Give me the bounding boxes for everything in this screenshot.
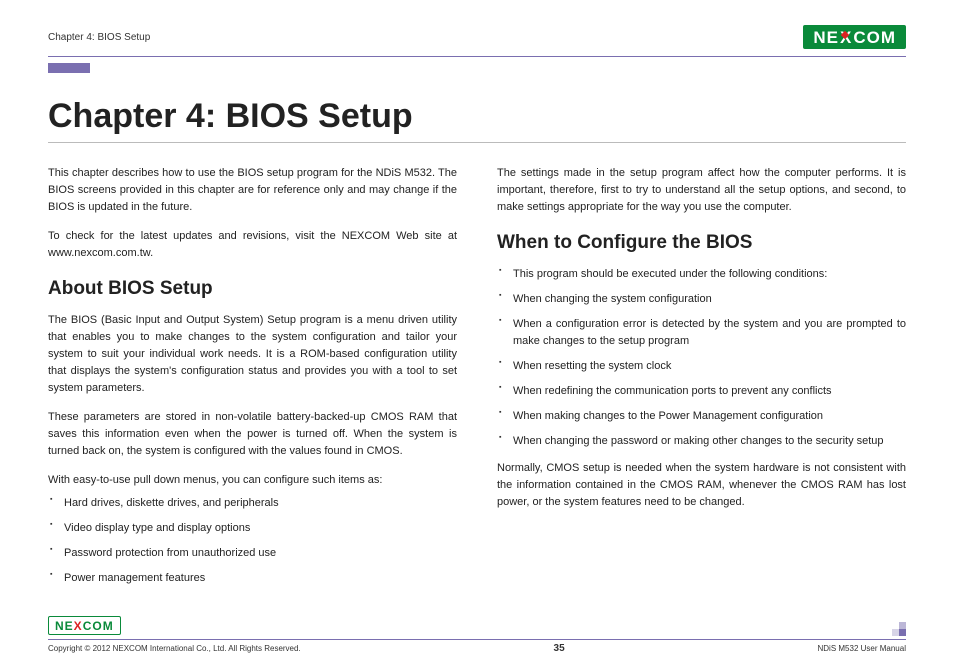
list-item: Power management features — [50, 570, 457, 587]
logo-text-post: COM — [83, 619, 114, 633]
list-item: Video display type and display options — [50, 520, 457, 537]
logo-text-pre: NE — [813, 29, 839, 46]
footer: NEXCOM Copyright © 2012 NEXCOM Internati… — [48, 616, 906, 654]
page-number: 35 — [554, 643, 565, 654]
left-column: This chapter describes how to use the BI… — [48, 165, 457, 595]
content-columns: This chapter describes how to use the BI… — [48, 165, 906, 595]
header-bar: Chapter 4: BIOS Setup NEXCOM — [48, 22, 906, 52]
list-item: When changing the system configuration — [499, 291, 906, 308]
conditions-list: This program should be executed under th… — [497, 266, 906, 450]
right-top-paragraph: The settings made in the setup program a… — [497, 165, 906, 216]
title-rule — [48, 142, 906, 143]
list-item: When redefining the communication ports … — [499, 383, 906, 400]
footer-row: Copyright © 2012 NEXCOM International Co… — [48, 643, 906, 654]
about-paragraph-3: With easy-to-use pull down menus, you ca… — [48, 472, 457, 489]
page-title: Chapter 4: BIOS Setup — [48, 97, 906, 136]
right-after-paragraph: Normally, CMOS setup is needed when the … — [497, 460, 906, 511]
intro-paragraph-2: To check for the latest updates and revi… — [48, 228, 457, 262]
logo-x-icon: X — [840, 29, 852, 46]
about-paragraph-2: These parameters are stored in non-volat… — [48, 409, 457, 460]
header-rule — [48, 56, 906, 57]
list-item: When resetting the system clock — [499, 358, 906, 375]
footer-nexcom-logo: NEXCOM — [48, 616, 121, 635]
heading-when: When to Configure the BIOS — [497, 228, 906, 257]
footer-manual-name: NDiS M532 User Manual — [818, 644, 906, 653]
logo-x-icon: X — [74, 619, 83, 633]
about-paragraph-1: The BIOS (Basic Input and Output System)… — [48, 312, 457, 397]
list-item: Hard drives, diskette drives, and periph… — [50, 495, 457, 512]
intro-paragraph-1: This chapter describes how to use the BI… — [48, 165, 457, 216]
logo-text-pre: NE — [55, 619, 74, 633]
list-item: When making changes to the Power Managem… — [499, 408, 906, 425]
side-tab-icon — [48, 63, 90, 73]
list-item: Password protection from unauthorized us… — [50, 545, 457, 562]
list-item: When changing the password or making oth… — [499, 433, 906, 450]
nexcom-logo: NEXCOM — [803, 25, 906, 49]
footer-rule — [48, 639, 906, 640]
list-item: When a configuration error is detected b… — [499, 316, 906, 350]
right-column: The settings made in the setup program a… — [497, 165, 906, 595]
list-item: This program should be executed under th… — [499, 266, 906, 283]
heading-about: About BIOS Setup — [48, 274, 457, 303]
footer-copyright: Copyright © 2012 NEXCOM International Co… — [48, 644, 301, 653]
about-list: Hard drives, diskette drives, and periph… — [48, 495, 457, 587]
logo-text-post: COM — [853, 29, 896, 46]
header-chapter-label: Chapter 4: BIOS Setup — [48, 32, 150, 43]
